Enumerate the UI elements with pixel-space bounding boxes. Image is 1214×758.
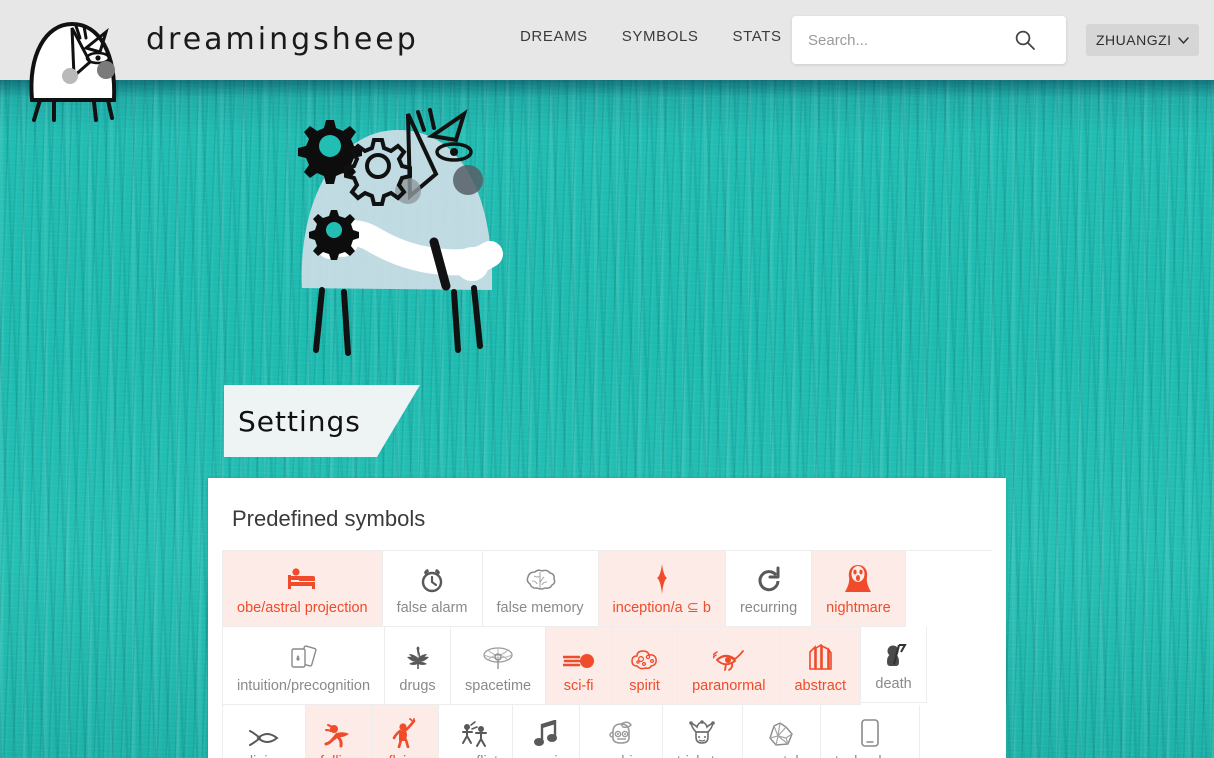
ichthys-fish-icon xyxy=(248,717,280,748)
symbol-label: paranormal xyxy=(692,678,766,694)
user-menu-label: ZHUANGZI xyxy=(1096,32,1172,48)
symbol-obe-astral-projection[interactable]: obe/astral projection xyxy=(223,551,383,627)
falling-person-icon xyxy=(324,717,354,748)
search-box[interactable] xyxy=(792,16,1066,64)
symbol-false-alarm[interactable]: false alarm xyxy=(382,551,483,627)
symbol-music[interactable]: music xyxy=(513,705,580,758)
symbol-spirit[interactable]: spirit xyxy=(612,627,679,705)
symbol-recurring[interactable]: recurring xyxy=(725,551,813,627)
brain-icon xyxy=(524,563,556,594)
symbol-label: sci-fi xyxy=(563,678,594,694)
symbol-label: abstract xyxy=(794,678,847,694)
symbol-label: flying xyxy=(388,754,422,758)
symbol-label: false memory xyxy=(496,600,584,616)
ghost-cloud-icon xyxy=(630,639,660,672)
symbol-flying[interactable]: flying xyxy=(372,705,439,758)
symbol-abstract[interactable]: abstract xyxy=(780,627,862,705)
sheep-logo-icon[interactable] xyxy=(20,14,124,124)
symbol-intuition-precognition[interactable]: intuition/precognition xyxy=(223,627,386,705)
nav-item-symbols[interactable]: SYMBOLS xyxy=(622,28,699,45)
symbol-label: religious xyxy=(237,754,291,758)
symbol-label: music xyxy=(527,754,565,758)
zombie-head-icon xyxy=(607,717,635,748)
symbol-trickster[interactable]: trickster xyxy=(662,705,743,758)
jester-icon xyxy=(688,717,716,748)
symbol-label: drugs xyxy=(399,678,436,694)
main-nav: DREAMS SYMBOLS STATS xyxy=(520,28,782,45)
grim-reaper-icon xyxy=(880,639,908,670)
predefined-symbols-card: Predefined symbols obe/astral projection… xyxy=(208,478,1006,758)
hero-background: Settings Predefined symbols obe/astral p… xyxy=(0,80,1214,758)
symbols-grid: obe/astral projection false alarm false … xyxy=(222,550,992,758)
search-input[interactable] xyxy=(792,17,1012,63)
symbol-falling[interactable]: falling xyxy=(306,705,373,758)
screaming-ghost-icon xyxy=(845,563,872,594)
symbol-spacetime[interactable]: spacetime xyxy=(451,627,547,705)
playing-cards-icon xyxy=(289,639,319,672)
symbol-label: conflict xyxy=(453,754,498,758)
symbol-zombies[interactable]: zombies xyxy=(579,705,663,758)
symbol-death[interactable]: death xyxy=(861,627,928,703)
chevron-down-icon xyxy=(1177,36,1189,44)
symbol-label: obe/astral projection xyxy=(237,600,368,616)
symbol-crystals[interactable]: crystals xyxy=(742,705,821,758)
flying-person-icon xyxy=(392,717,418,748)
site-header: dreamingsheep DREAMS SYMBOLS STATS ZHUAN… xyxy=(0,0,1214,122)
fighting-people-icon xyxy=(460,717,490,748)
symbol-technology[interactable]: technology xyxy=(820,705,920,758)
symbol-label: trickster xyxy=(677,754,728,758)
symbol-label: crystals xyxy=(757,754,806,758)
bed-person-icon xyxy=(287,563,317,594)
nav-item-stats[interactable]: STATS xyxy=(733,28,782,45)
symbol-label: spirit xyxy=(629,678,660,694)
four-point-star-icon xyxy=(649,563,675,594)
card-title: Predefined symbols xyxy=(232,506,426,531)
symbol-label: death xyxy=(875,676,912,692)
symbol-label: false alarm xyxy=(396,600,468,616)
symbol-label: intuition/precognition xyxy=(237,678,371,694)
symbol-false-memory[interactable]: false memory xyxy=(482,551,599,627)
symbol-label: recurring xyxy=(739,600,798,616)
brand-wordmark[interactable]: dreamingsheep xyxy=(146,22,419,57)
symbol-label: inception/a ⊆ b xyxy=(612,600,711,616)
eye-of-horus-icon xyxy=(712,639,745,672)
sheep-with-gears-illustration xyxy=(298,108,503,356)
hero-top-shadow xyxy=(0,80,1214,98)
symbol-nightmare[interactable]: nightmare xyxy=(812,551,906,627)
symbol-drugs[interactable]: drugs xyxy=(385,627,452,705)
symbol-paranormal[interactable]: paranormal xyxy=(678,627,781,705)
symbol-label: spacetime xyxy=(465,678,532,694)
cannabis-leaf-icon xyxy=(404,639,432,672)
music-note-icon xyxy=(533,717,559,748)
page-title: Settings xyxy=(238,404,361,438)
gravity-well-icon xyxy=(482,639,514,672)
search-icon[interactable] xyxy=(1014,29,1036,51)
alarm-clock-icon xyxy=(419,563,445,594)
symbol-conflict[interactable]: conflict xyxy=(438,705,514,758)
abstract-shape-icon xyxy=(807,639,833,672)
symbol-religious[interactable]: religious xyxy=(223,705,306,758)
smartphone-icon xyxy=(859,717,881,748)
symbol-label: technology xyxy=(835,754,905,758)
symbol-inception[interactable]: inception/a ⊆ b xyxy=(598,551,726,627)
refresh-loop-icon xyxy=(756,563,782,594)
symbol-label: nightmare xyxy=(826,600,891,616)
symbol-label: zombies xyxy=(594,754,648,758)
nav-item-dreams[interactable]: DREAMS xyxy=(520,28,588,45)
crystal-cluster-icon xyxy=(766,717,796,748)
symbol-sci-fi[interactable]: sci-fi xyxy=(546,627,613,705)
symbol-label: falling xyxy=(320,754,358,758)
spaceship-icon xyxy=(562,639,595,672)
user-menu-button[interactable]: ZHUANGZI xyxy=(1086,24,1199,56)
